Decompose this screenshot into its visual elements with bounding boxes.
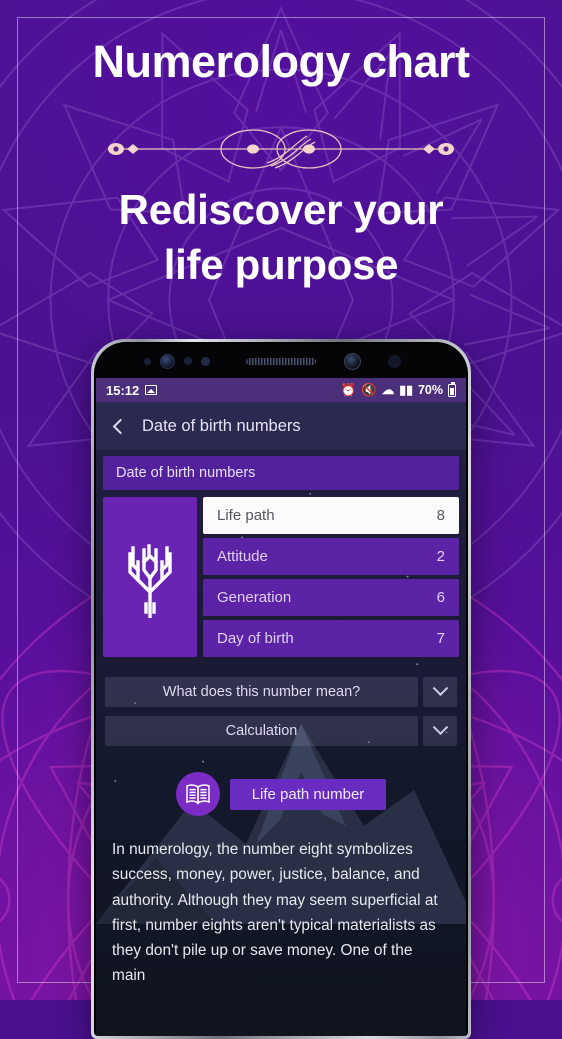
number-value: 7 [436, 630, 445, 647]
promo-subtitle-line1: Rediscover your [118, 186, 444, 233]
signal-icon: ▮▮ [399, 382, 413, 397]
battery-icon [448, 381, 456, 397]
image-icon [145, 385, 158, 395]
numbers-list: Life path 8 Attitude 2 Generation 6 Day … [203, 497, 459, 657]
battery-percent: 70% [417, 383, 443, 397]
number-row-generation[interactable]: Generation 6 [203, 579, 459, 616]
app-content: Date of birth numbers Life path 8 Attitu… [96, 450, 466, 1036]
page-title: Numerology chart [92, 36, 470, 87]
accordion-expand-button[interactable] [423, 677, 457, 707]
tree-of-life-tile [103, 497, 197, 657]
promo-subtitle-line2: life purpose [163, 241, 399, 289]
number-row-attitude[interactable]: Attitude 2 [203, 538, 459, 575]
earpiece-speaker-icon [246, 357, 316, 365]
chevron-down-icon [432, 718, 448, 735]
accordion-label: Calculation [105, 716, 418, 746]
accordion-expand-button[interactable] [423, 716, 457, 746]
alarm-icon: ⏰ [340, 382, 357, 397]
number-label: Life path [217, 507, 275, 524]
app-bar: Date of birth numbers [96, 402, 466, 450]
accordion-group: What does this number mean? Calculation [105, 677, 457, 746]
app-bar-title: Date of birth numbers [142, 416, 301, 435]
status-bar-right: ⏰ 🔇 ☁ ▮▮ 70% [340, 381, 456, 397]
open-book-icon-container [175, 772, 220, 816]
wifi-icon: ☁ [381, 382, 395, 397]
number-value: 2 [436, 548, 445, 565]
phone-top-bezel [96, 344, 466, 378]
chevron-down-icon [432, 679, 448, 696]
mute-icon: 🔇 [361, 382, 377, 397]
number-row-life-path[interactable]: Life path 8 [203, 497, 459, 534]
tab-date-of-birth-numbers[interactable]: Date of birth numbers [103, 456, 459, 490]
infinity-ornament-divider-icon [108, 129, 454, 169]
promo-subtitle: Rediscover your life purpose [0, 182, 562, 293]
number-value: 8 [436, 507, 445, 524]
number-label: Day of birth [217, 630, 294, 647]
numbers-panel: Life path 8 Attitude 2 Generation 6 Day … [103, 497, 459, 657]
tab-label: Date of birth numbers [116, 465, 256, 481]
life-path-badge: Life path number [96, 772, 466, 816]
phone-screen: 15:12 ⏰ 🔇 ☁ ▮▮ 70% Date of birth numbers [96, 344, 466, 1036]
number-label: Attitude [217, 548, 268, 565]
accordion-what-does-this-number-mean[interactable]: What does this number mean? [105, 677, 457, 707]
number-value: 6 [436, 589, 445, 606]
phone-mockup: 15:12 ⏰ 🔇 ☁ ▮▮ 70% Date of birth numbers [91, 339, 471, 1039]
number-label: Generation [217, 589, 292, 606]
phone-inner-frame: 15:12 ⏰ 🔇 ☁ ▮▮ 70% Date of birth numbers [94, 342, 468, 1036]
number-row-day-of-birth[interactable]: Day of birth 7 [203, 620, 459, 657]
iris-sensor-icon [388, 354, 401, 368]
status-bar: 15:12 ⏰ 🔇 ☁ ▮▮ 70% [96, 378, 466, 402]
article-text: In numerology, the number eight symboliz… [112, 841, 438, 985]
front-camera-icon [344, 352, 361, 370]
open-book-icon [185, 784, 210, 805]
badge-label: Life path number [229, 778, 387, 810]
proximity-sensor-icon [144, 353, 210, 369]
accordion-calculation[interactable]: Calculation [105, 716, 457, 746]
accordion-label: What does this number mean? [105, 677, 418, 707]
back-chevron-icon[interactable] [112, 418, 129, 434]
status-time: 15:12 [106, 382, 140, 398]
status-bar-left: 15:12 [106, 382, 158, 398]
tree-of-life-icon [128, 544, 172, 618]
